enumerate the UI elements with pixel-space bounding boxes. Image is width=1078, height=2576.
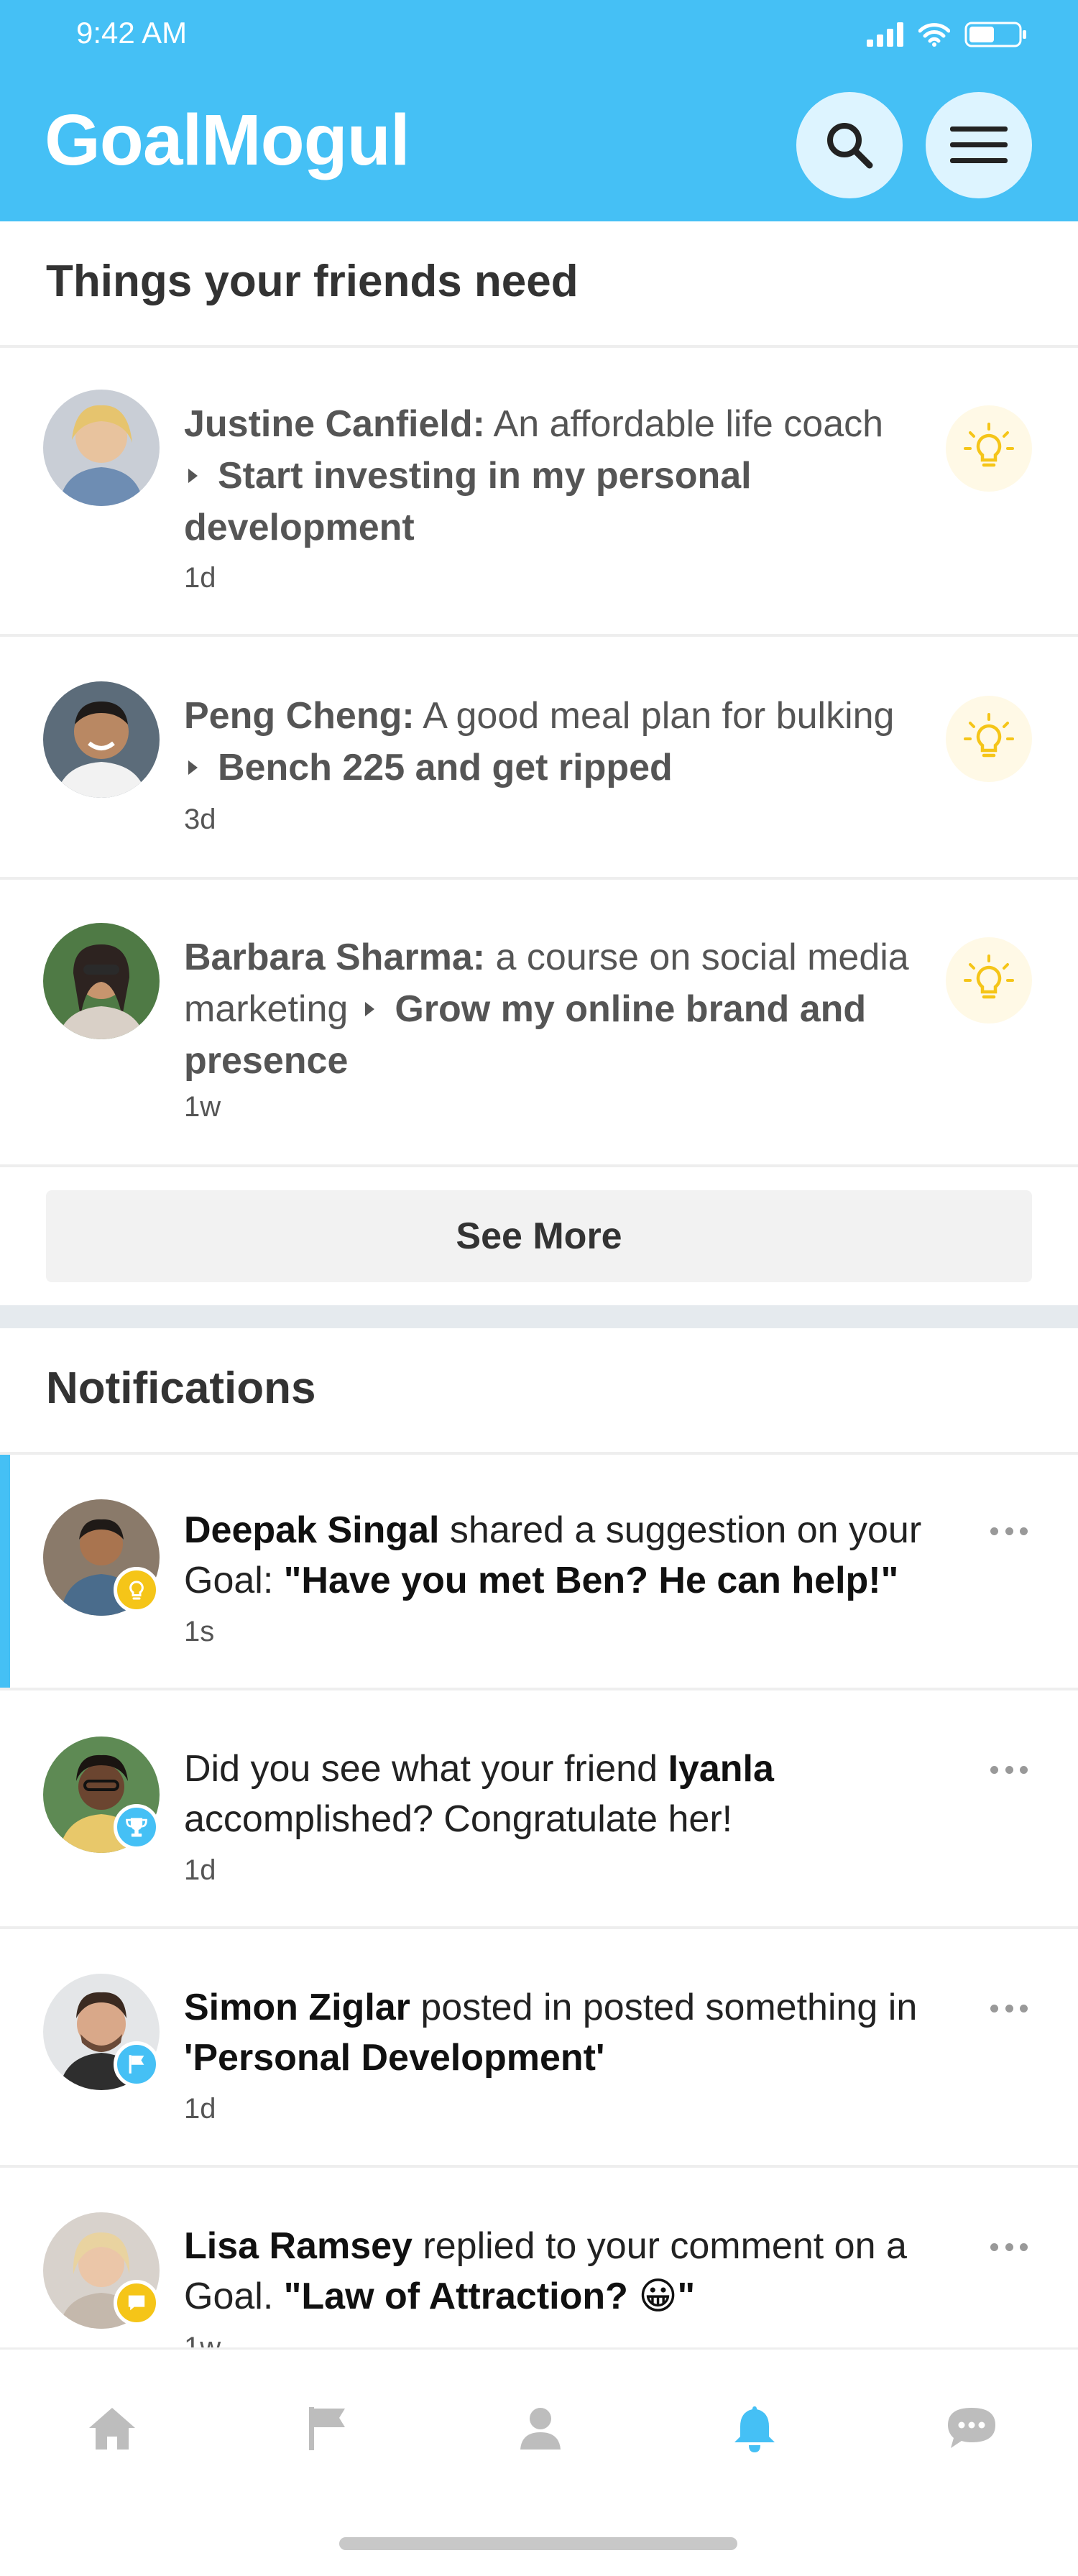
bell-icon [734,2406,775,2452]
notification-highlight: "Law of Attraction? 😀" [283,2276,696,2317]
friend-name: Justine Canfield: [184,403,485,445]
divider [0,877,1078,880]
tab-profile[interactable] [512,2400,569,2457]
status-time: 9:42 AM [76,16,188,50]
tab-messages[interactable] [943,2400,1000,2457]
search-button[interactable] [796,92,903,198]
avatar [43,923,160,1039]
trophy-icon [126,1818,147,1837]
lightbulb-icon [964,954,1014,999]
divider [0,345,1078,348]
caret-right-icon [188,760,198,776]
divider [0,1688,1078,1690]
divider [0,634,1078,637]
signal-icon [867,22,903,47]
tab-notifications[interactable] [726,2400,783,2457]
timestamp: 1s [184,1616,215,1647]
person-icon [520,2408,561,2450]
wifi-icon [918,23,950,47]
lightbulb-icon [129,1581,144,1600]
divider [0,1164,1078,1167]
app-header: 9:42 AM GoalMogul [0,0,1078,221]
notification-text: Did you see what your friend [184,1748,668,1790]
friend-need: An affordable life coach [493,403,884,445]
friend-need: A good meal plan for bulking [423,695,895,737]
achievement-badge [114,1804,160,1850]
suggest-button[interactable] [946,405,1032,492]
more-options-button[interactable] [990,2001,1028,2015]
divider [0,1452,1078,1455]
status-bar: 9:42 AM [0,0,1078,72]
flag-icon [309,2407,345,2450]
avatar [43,681,160,798]
timestamp: 3d [184,804,216,835]
comment-badge [114,2280,160,2326]
divider [0,2165,1078,2168]
suggest-button[interactable] [946,696,1032,782]
unread-indicator [0,1455,10,1688]
suggest-button[interactable] [946,937,1032,1024]
section-separator [0,1305,1078,1328]
battery-icon [964,22,1026,47]
notifications-title: Notifications [46,1363,316,1413]
tab-home[interactable] [83,2400,141,2457]
more-options-button[interactable] [990,2240,1028,2254]
timestamp: 1d [184,1854,216,1886]
flag-icon [129,2055,144,2074]
friend-goal[interactable]: Bench 225 and get ripped [218,747,673,788]
status-icons [867,20,1028,49]
timestamp: 1w [184,1091,221,1123]
avatar [43,390,160,506]
lightbulb-icon [964,423,1014,467]
caret-right-icon [188,469,198,484]
home-indicator[interactable] [339,2537,737,2550]
notification-actor: Lisa Ramsey [184,2225,413,2267]
friends-section-title: Things your friends need [46,257,579,306]
suggestion-badge [114,1567,160,1613]
home-icon [89,2408,135,2450]
chat-icon [948,2408,995,2448]
friend-name: Peng Cheng: [184,695,415,737]
see-more-button[interactable]: See More [46,1190,1032,1282]
notification-highlight: Iyanla [668,1748,774,1790]
timestamp: 1d [184,562,216,594]
menu-icon [950,126,1008,163]
app-title: GoalMogul [45,100,410,180]
notification-text: posted in posted something in [410,1987,918,2028]
notification-actor: Deepak Singal [184,1509,440,1551]
friend-name: Barbara Sharma: [184,937,486,978]
notification-highlight: 'Personal Development' [184,2037,605,2079]
notification-actor: Simon Ziglar [184,1987,410,2028]
post-badge [114,2041,160,2087]
search-icon [827,123,873,169]
notification-highlight: "Have you met Ben? He can help!" [283,1560,899,1601]
more-options-button[interactable] [990,1762,1028,1777]
caret-right-icon [365,1002,375,1017]
notification-text-end: accomplished? Congratulate her! [184,1798,733,1840]
more-options-button[interactable] [990,1524,1028,1538]
comment-icon [128,2295,145,2311]
timestamp: 1d [184,2093,216,2125]
menu-button[interactable] [926,92,1032,198]
friend-goal[interactable]: Start investing in my personal developme… [184,455,752,548]
lightbulb-icon [964,713,1014,758]
divider [0,1926,1078,1929]
tab-goals[interactable] [298,2400,355,2457]
